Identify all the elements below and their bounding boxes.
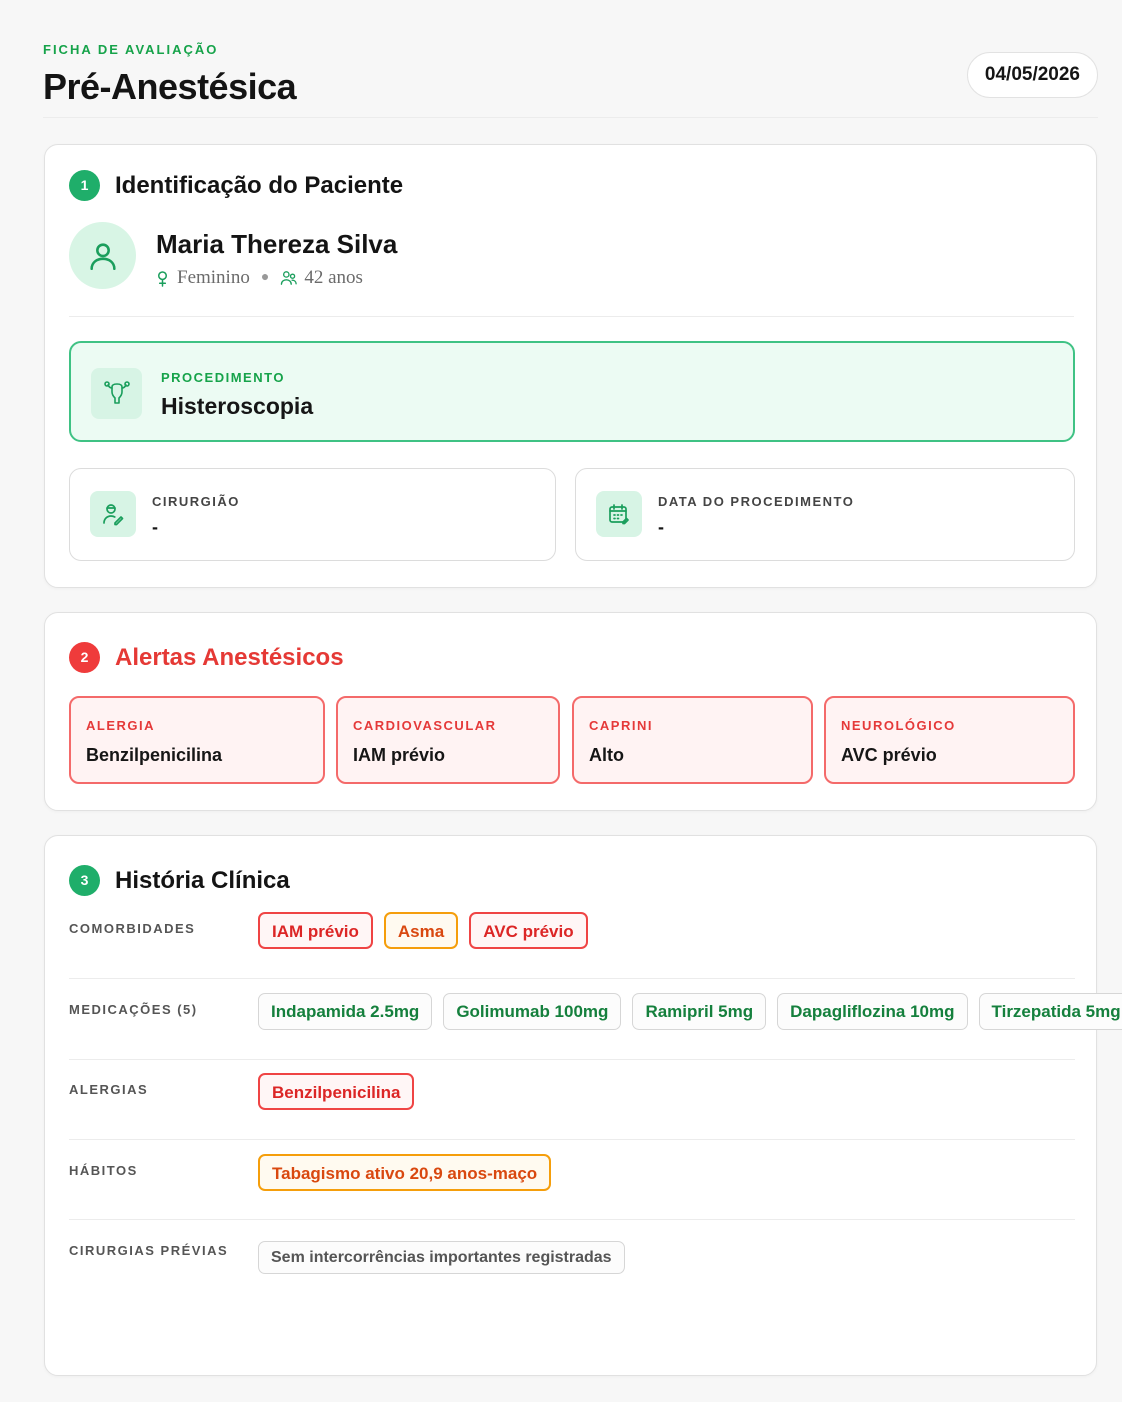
- procedure-date-value: -: [658, 517, 664, 537]
- procedure-date-box: DATA DO PROCEDIMENTO -: [575, 468, 1075, 561]
- habit-tag: Tabagismo ativo 20,9 anos-maço: [258, 1154, 552, 1191]
- procedure-label: PROCEDIMENTO: [161, 370, 285, 385]
- procedure-box: PROCEDIMENTO Histeroscopia: [69, 341, 1075, 442]
- section-number-badge: 2: [69, 642, 100, 673]
- calendar-icon-box: [596, 491, 642, 537]
- comorbidity-tag: AVC prévio: [469, 912, 588, 949]
- calendar-icon: [609, 504, 629, 525]
- surgeon-box: CIRURGIÃO -: [69, 468, 556, 561]
- medication-tag: Dapagliflozina 10mg: [777, 993, 968, 1030]
- row-divider: [69, 978, 1075, 979]
- surgeon-value: -: [152, 517, 158, 537]
- alert-label: NEUROLÓGICO: [841, 718, 956, 733]
- alert-value: Benzilpenicilina: [86, 745, 223, 765]
- alert-value: AVC prévio: [841, 745, 937, 765]
- prior-surgeries-label: CIRURGIAS PRÉVIAS: [69, 1243, 229, 1258]
- alert-label: CARDIOVASCULAR: [353, 718, 497, 733]
- comorbidities-label: COMORBIDADES: [69, 921, 196, 936]
- anesthetic-alerts-card: 2 Alertas Anestésicos ALERGIA Benzilpeni…: [44, 612, 1097, 811]
- alert-value: IAM prévio: [353, 745, 446, 765]
- page-eyebrow: FICHA DE AVALIAÇÃO: [43, 42, 219, 57]
- page-title: Pré-Anestésica: [43, 66, 297, 107]
- section-header: 1 Identificação do Paciente: [69, 170, 403, 201]
- alert-neurological: NEUROLÓGICO AVC prévio: [824, 696, 1075, 784]
- medication-tag: Tirzepatida 5mg: [978, 993, 1122, 1030]
- patient-identification-card: 1 Identificação do Paciente Maria Therez…: [44, 144, 1097, 588]
- prior-surgery-tag: Sem intercorrências importantes registra…: [258, 1241, 625, 1274]
- patient-name: Maria Thereza Silva: [156, 229, 398, 259]
- alert-allergy: ALERGIA Benzilpenicilina: [69, 696, 325, 784]
- row-divider: [69, 1059, 1075, 1060]
- section-title: História Clínica: [115, 866, 290, 894]
- date-badge: 04/05/2026: [966, 52, 1098, 98]
- habits-label: HÁBITOS: [69, 1163, 138, 1178]
- prior-surgeries-tags: Sem intercorrências importantes registra…: [258, 1241, 636, 1274]
- patient-meta: Feminino ● 42 anos: [155, 267, 363, 289]
- habits-tags: Tabagismo ativo 20,9 anos-maço: [258, 1154, 562, 1191]
- comorbidity-tag: IAM prévio: [258, 912, 373, 949]
- doctor-icon: [103, 504, 124, 526]
- section-number-badge: 1: [69, 170, 100, 201]
- allergy-tag: Benzilpenicilina: [258, 1073, 415, 1110]
- patient-sex: Feminino: [177, 267, 250, 288]
- medication-tag: Ramipril 5mg: [632, 993, 767, 1030]
- medications-tags: Indapamida 2.5mg Golimumab 100mg Ramipri…: [258, 993, 1122, 1030]
- avatar: [69, 222, 136, 289]
- alert-value: Alto: [589, 745, 624, 765]
- procedure-date-label: DATA DO PROCEDIMENTO: [658, 494, 855, 509]
- patient-age: 42 anos: [304, 267, 363, 288]
- row-divider: [69, 1139, 1075, 1140]
- surgeon-icon-box: [90, 491, 136, 537]
- alert-cardiovascular: CARDIOVASCULAR IAM prévio: [336, 696, 560, 784]
- divider: [69, 316, 1074, 317]
- section-title: Identificação do Paciente: [115, 171, 404, 199]
- row-divider: [69, 1219, 1075, 1220]
- procedure-icon-box: [91, 368, 142, 419]
- female-icon: [158, 270, 167, 287]
- medication-tag: Golimumab 100mg: [443, 993, 622, 1030]
- people-icon: [281, 271, 298, 285]
- alert-label: ALERGIA: [86, 718, 155, 733]
- comorbidities-tags: IAM prévio Asma AVC prévio: [258, 912, 599, 949]
- section-title: Alertas Anestésicos: [115, 643, 344, 671]
- allergies-tags: Benzilpenicilina: [258, 1073, 425, 1110]
- section-number-badge: 3: [69, 865, 100, 896]
- comorbidity-tag: Asma: [383, 912, 459, 949]
- alert-label: CAPRINI: [589, 718, 653, 733]
- medications-label: MEDICAÇÕES (5): [69, 1002, 198, 1017]
- medication-tag: Indapamida 2.5mg: [258, 993, 433, 1030]
- clinical-history-card: 3 História Clínica COMORBIDADES IAM prév…: [44, 835, 1122, 1376]
- page-header: FICHA DE AVALIAÇÃO Pré-Anestésica 04/05/…: [43, 40, 1098, 118]
- section-header: 3 História Clínica: [69, 865, 290, 896]
- alert-caprini: CAPRINI Alto: [572, 696, 813, 784]
- separator-dot: ●: [260, 270, 270, 285]
- surgeon-label: CIRURGIÃO: [152, 494, 240, 509]
- procedure-value: Histeroscopia: [161, 393, 314, 419]
- uterus-icon: [103, 380, 130, 404]
- allergies-label: ALERGIAS: [69, 1082, 149, 1097]
- section-header: 2 Alertas Anestésicos: [69, 642, 344, 673]
- user-icon: [89, 242, 116, 270]
